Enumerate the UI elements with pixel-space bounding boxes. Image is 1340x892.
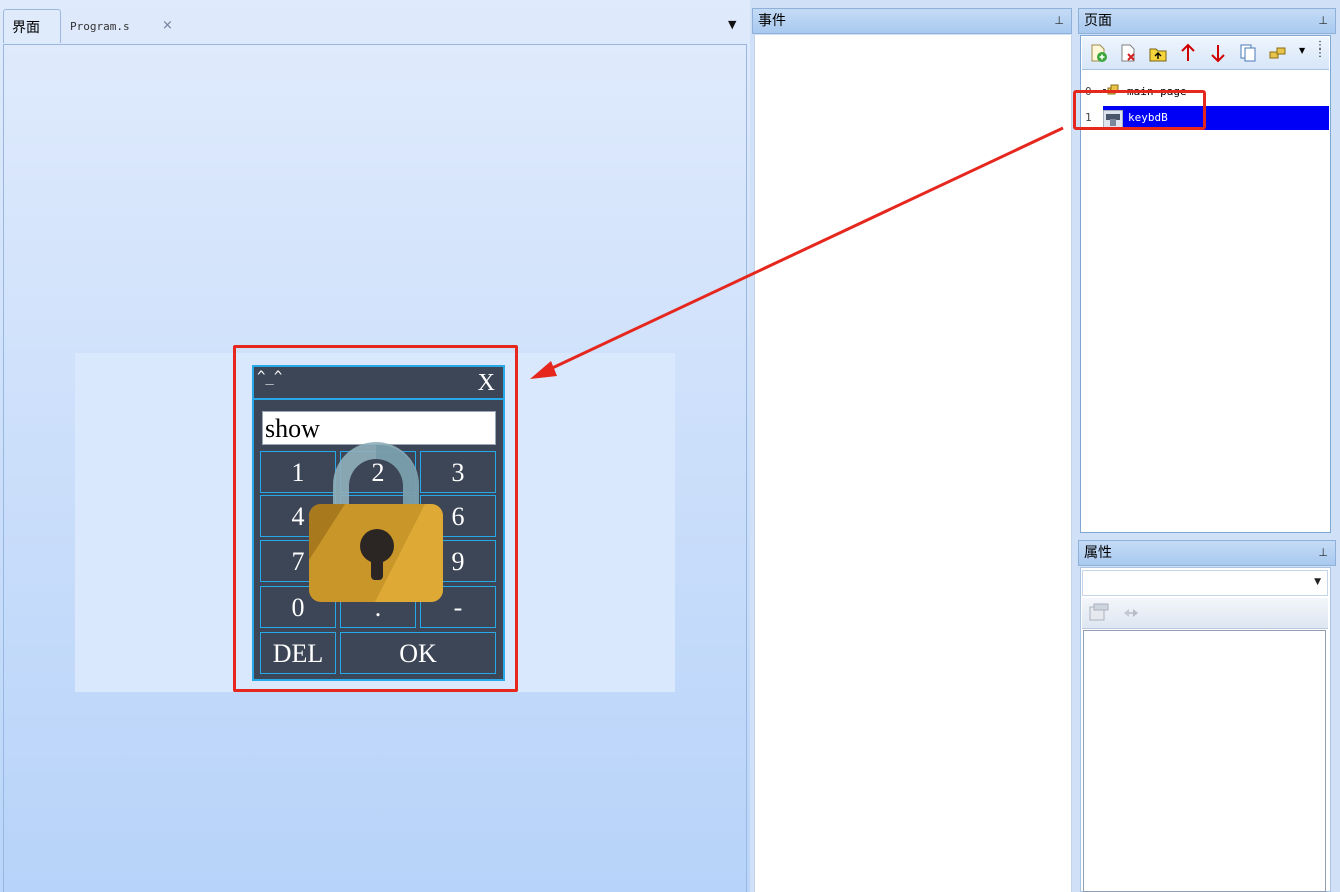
categorized-icon[interactable] bbox=[1088, 603, 1110, 623]
chevron-down-icon[interactable]: ▼ bbox=[1314, 577, 1321, 587]
pages-panel-title: 页面 bbox=[1084, 13, 1112, 29]
events-panel: 事件 ⊥ bbox=[752, 8, 1072, 892]
link-icon[interactable] bbox=[1268, 43, 1288, 63]
events-panel-title: 事件 bbox=[758, 13, 786, 29]
pages-toolbar: ▼ ⋮ ⋮ bbox=[1082, 37, 1329, 70]
property-grid[interactable] bbox=[1083, 630, 1326, 892]
events-icon[interactable] bbox=[1122, 604, 1140, 622]
tab-ui-designer[interactable]: 界面 bbox=[3, 9, 61, 43]
pin-icon[interactable]: ⊥ bbox=[1054, 9, 1064, 33]
import-page-icon[interactable] bbox=[1148, 43, 1168, 63]
properties-panel-title: 属性 bbox=[1084, 545, 1112, 561]
more-icon[interactable]: ⋮ ⋮ bbox=[1315, 41, 1325, 59]
document-tabbar: 界面 Program.s × ▼ bbox=[0, 6, 750, 44]
copy-page-icon[interactable] bbox=[1238, 43, 1258, 63]
annotation-highlight-page bbox=[1073, 90, 1206, 130]
tab-list-dropdown-icon[interactable]: ▼ bbox=[728, 18, 736, 31]
move-down-icon[interactable] bbox=[1208, 43, 1228, 63]
tab-program-file[interactable]: Program.s bbox=[62, 9, 138, 43]
close-tab-icon[interactable]: × bbox=[162, 18, 173, 33]
events-list[interactable] bbox=[754, 35, 1072, 892]
properties-toolbar bbox=[1082, 598, 1328, 629]
delete-page-icon[interactable] bbox=[1118, 43, 1138, 63]
pages-panel-header: 页面 ⊥ bbox=[1078, 8, 1336, 34]
move-up-icon[interactable] bbox=[1178, 43, 1198, 63]
properties-panel: 属性 ⊥ ▼ bbox=[1078, 540, 1336, 892]
dropdown-arrow-icon[interactable]: ▼ bbox=[1299, 46, 1305, 55]
pages-panel: 页面 ⊥ ▼ ⋮ ⋮ 0 main page 1 keybdB bbox=[1078, 8, 1336, 535]
annotation-highlight-keyboard bbox=[233, 345, 518, 692]
pin-icon[interactable]: ⊥ bbox=[1318, 541, 1328, 565]
add-page-icon[interactable] bbox=[1088, 43, 1108, 63]
pin-icon[interactable]: ⊥ bbox=[1318, 9, 1328, 33]
properties-panel-header: 属性 ⊥ bbox=[1078, 540, 1336, 566]
events-panel-header: 事件 ⊥ bbox=[752, 8, 1072, 34]
properties-body: ▼ bbox=[1080, 567, 1331, 892]
object-selector-dropdown[interactable]: ▼ bbox=[1082, 570, 1328, 596]
